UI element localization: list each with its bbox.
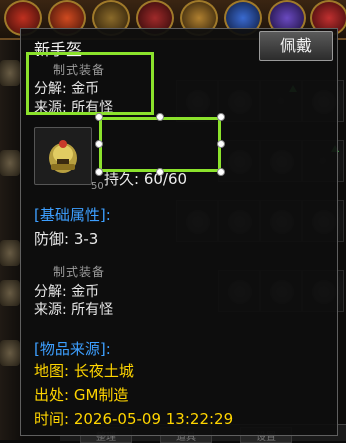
origin-time: 时间: 2026-05-09 13:22:29 <box>34 410 234 428</box>
rail-item-icon[interactable] <box>0 60 20 86</box>
decompose-row-2: 分解: 金币 <box>34 281 99 301</box>
resize-handle[interactable] <box>217 113 225 121</box>
resize-handle[interactable] <box>156 168 164 176</box>
source-value: 所有怪 <box>71 302 114 318</box>
rail-item-icon[interactable] <box>0 240 20 266</box>
source-label: 来源: <box>34 302 67 318</box>
level-number: 50 <box>91 181 104 192</box>
annotation-box <box>26 52 154 115</box>
selection-box[interactable] <box>99 117 221 172</box>
helmet-icon <box>49 140 77 173</box>
made-label-2: 制式装备 <box>53 265 106 279</box>
resize-handle[interactable] <box>95 168 103 176</box>
source-row-2: 来源: 所有怪 <box>34 299 113 319</box>
resize-handle[interactable] <box>95 140 103 148</box>
rail-item-icon[interactable] <box>0 280 20 306</box>
wear-button[interactable]: 佩戴 <box>259 31 333 61</box>
rail-item-icon[interactable] <box>0 340 20 366</box>
item-origin-title: [物品来源]: <box>34 340 111 358</box>
rail-item-icon[interactable] <box>0 150 20 176</box>
decompose-label: 分解: <box>34 284 67 300</box>
basic-attributes-title: [基础属性]: <box>34 206 111 224</box>
item-image-box <box>34 127 92 185</box>
resize-handle[interactable] <box>217 168 225 176</box>
origin-map: 地图: 长夜土城 <box>34 362 134 380</box>
defense-stat: 防御: 3-3 <box>34 230 99 248</box>
resize-handle[interactable] <box>156 113 164 121</box>
resize-handle[interactable] <box>217 140 225 148</box>
origin-from: 出处: GM制造 <box>34 386 129 404</box>
decompose-value: 金币 <box>71 284 100 300</box>
resize-handle[interactable] <box>95 113 103 121</box>
left-side-rail <box>0 40 22 440</box>
